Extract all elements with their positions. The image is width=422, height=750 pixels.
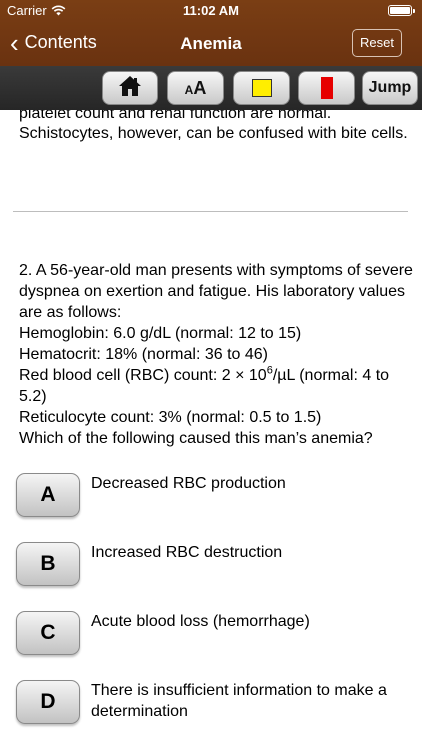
answer-option-a: A Decreased RBC production	[16, 473, 416, 521]
answer-c-button[interactable]: C	[16, 611, 80, 655]
highlighter-icon	[251, 79, 272, 97]
answer-c-text: Acute blood loss (hemorrhage)	[91, 613, 310, 630]
question-intro: 2. A 56-year-old man presents with sympt…	[19, 262, 413, 321]
answer-option-b: B Increased RBC destruction	[16, 542, 416, 590]
question-text: 2. A 56-year-old man presents with sympt…	[19, 260, 414, 449]
font-size-icon: AA	[184, 77, 207, 98]
previous-line-1: platelet count and renal function are no…	[19, 110, 332, 122]
lab-hemoglobin: Hemoglobin: 6.0 g/dL (normal: 12 to 15)	[19, 325, 302, 342]
lab-rbc-count: Red blood cell (RBC) count: 2 × 106/µL (…	[19, 364, 390, 405]
previous-line-2: Schistocytes, however, can be confused w…	[19, 125, 408, 142]
clock: 11:02 AM	[183, 3, 239, 18]
lab-hematocrit: Hematocrit: 18% (normal: 36 to 46)	[19, 346, 268, 363]
top-bar: Carrier 11:02 AM ‹ Contents Anemia Reset	[0, 0, 422, 66]
jump-button[interactable]: Jump	[362, 71, 418, 105]
reset-button[interactable]: Reset	[352, 29, 402, 57]
status-bar: Carrier 11:02 AM	[0, 0, 422, 22]
battery-icon	[388, 5, 415, 16]
answer-b-text: Increased RBC destruction	[91, 544, 283, 561]
marker-button[interactable]	[298, 71, 355, 105]
answer-a-text: Decreased RBC production	[91, 475, 286, 492]
bookmark-icon	[320, 77, 333, 99]
home-icon	[118, 75, 142, 102]
navigation-bar: ‹ Contents Anemia Reset	[0, 22, 422, 66]
content-area[interactable]: platelet count and renal function are no…	[0, 110, 422, 750]
answer-option-c: C Acute blood loss (hemorrhage)	[16, 611, 416, 659]
divider	[13, 211, 408, 212]
highlight-button[interactable]	[233, 71, 290, 105]
lab-reticulocyte: Reticulocyte count: 3% (normal: 0.5 to 1…	[19, 409, 322, 426]
answer-d-text: There is insufficient information to mak…	[91, 682, 387, 720]
answer-option-d: D There is insufficient information to m…	[16, 680, 416, 728]
previous-explanation: platelet count and renal function are no…	[19, 110, 409, 144]
question-prompt: Which of the following caused this man’s…	[19, 430, 373, 447]
font-size-button[interactable]: AA	[167, 71, 224, 105]
toolbar: AA Jump	[0, 66, 422, 110]
answer-b-button[interactable]: B	[16, 542, 80, 586]
answer-a-button[interactable]: A	[16, 473, 80, 517]
answer-d-button[interactable]: D	[16, 680, 80, 724]
home-button[interactable]	[102, 71, 158, 105]
